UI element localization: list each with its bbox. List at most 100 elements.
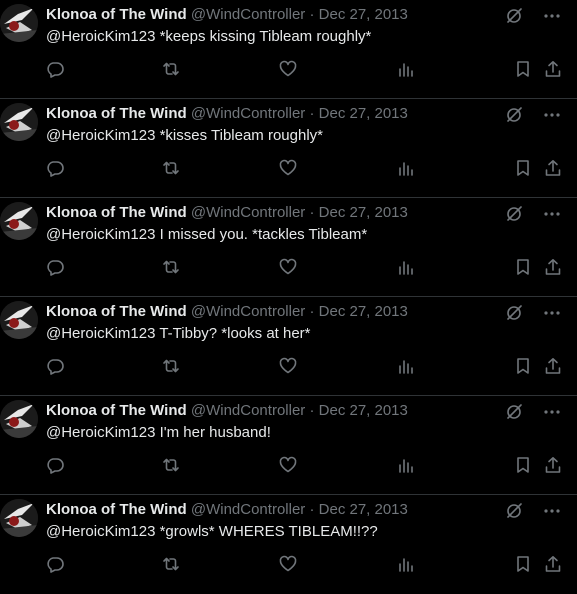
share-icon[interactable]: [544, 60, 562, 78]
tweet-text: @HeroicKim123 *keeps kissing Tibleam rou…: [46, 28, 372, 45]
views-icon[interactable]: [397, 258, 415, 276]
display-name[interactable]: Klonoa of The Wind: [46, 204, 187, 221]
tweet-header: Klonoa of The Wind @WindController · Dec…: [46, 105, 507, 123]
tweet-text: @HeroicKim123 T-Tibby? *looks at her*: [46, 325, 311, 342]
retweet-icon[interactable]: [162, 555, 180, 573]
avatar[interactable]: [0, 103, 38, 141]
tweet[interactable]: Klonoa of The Wind @WindController · Dec…: [0, 99, 577, 198]
user-handle[interactable]: @WindController: [191, 105, 305, 122]
reply-icon[interactable]: [46, 456, 64, 474]
reply-icon[interactable]: [46, 258, 64, 276]
share-icon[interactable]: [544, 258, 562, 276]
tweet-actions: [46, 555, 563, 575]
grok-icon[interactable]: [505, 7, 523, 25]
timestamp[interactable]: Dec 27, 2013: [319, 204, 408, 221]
tweet-text: @HeroicKim123 I'm her husband!: [46, 424, 271, 441]
tweet[interactable]: Klonoa of The Wind @WindController · Dec…: [0, 198, 577, 297]
bookmark-icon[interactable]: [514, 258, 532, 276]
grok-icon[interactable]: [505, 205, 523, 223]
avatar[interactable]: [0, 301, 38, 339]
timestamp[interactable]: Dec 27, 2013: [319, 402, 408, 419]
retweet-icon[interactable]: [162, 456, 180, 474]
more-icon[interactable]: [543, 403, 561, 421]
grok-icon[interactable]: [505, 502, 523, 520]
tweet-actions: [46, 258, 563, 278]
bookmark-icon[interactable]: [514, 555, 532, 573]
avatar[interactable]: [0, 4, 38, 42]
avatar[interactable]: [0, 202, 38, 240]
tweet-actions: [46, 159, 563, 179]
user-handle[interactable]: @WindController: [191, 501, 305, 518]
grok-icon[interactable]: [505, 106, 523, 124]
more-icon[interactable]: [543, 7, 561, 25]
more-icon[interactable]: [543, 205, 561, 223]
user-handle[interactable]: @WindController: [191, 303, 305, 320]
display-name[interactable]: Klonoa of The Wind: [46, 105, 187, 122]
tweet-header: Klonoa of The Wind @WindController · Dec…: [46, 6, 507, 24]
retweet-icon[interactable]: [162, 258, 180, 276]
views-icon[interactable]: [397, 159, 415, 177]
display-name[interactable]: Klonoa of The Wind: [46, 402, 187, 419]
tweet-header: Klonoa of The Wind @WindController · Dec…: [46, 402, 507, 420]
tweet[interactable]: Klonoa of The Wind @WindController · Dec…: [0, 0, 577, 99]
reply-icon[interactable]: [46, 159, 64, 177]
timestamp[interactable]: Dec 27, 2013: [319, 105, 408, 122]
reply-icon[interactable]: [46, 357, 64, 375]
display-name[interactable]: Klonoa of The Wind: [46, 501, 187, 518]
like-icon[interactable]: [279, 357, 297, 375]
tweet-header: Klonoa of The Wind @WindController · Dec…: [46, 501, 507, 519]
retweet-icon[interactable]: [162, 357, 180, 375]
tweet-header: Klonoa of The Wind @WindController · Dec…: [46, 204, 507, 222]
display-name[interactable]: Klonoa of The Wind: [46, 303, 187, 320]
like-icon[interactable]: [279, 456, 297, 474]
views-icon[interactable]: [397, 357, 415, 375]
bookmark-icon[interactable]: [514, 456, 532, 474]
tweet[interactable]: Klonoa of The Wind @WindController · Dec…: [0, 297, 577, 396]
reply-icon[interactable]: [46, 60, 64, 78]
user-handle[interactable]: @WindController: [191, 6, 305, 23]
tweet-text: @HeroicKim123 *growls* WHERES TIBLEAM!!?…: [46, 523, 378, 540]
timestamp[interactable]: Dec 27, 2013: [319, 303, 408, 320]
retweet-icon[interactable]: [162, 159, 180, 177]
separator: ·: [309, 402, 315, 419]
tweet-header: Klonoa of The Wind @WindController · Dec…: [46, 303, 507, 321]
views-icon[interactable]: [397, 555, 415, 573]
separator: ·: [309, 501, 315, 518]
share-icon[interactable]: [544, 159, 562, 177]
tweet-text: @HeroicKim123 I missed you. *tackles Tib…: [46, 226, 368, 243]
avatar[interactable]: [0, 499, 38, 537]
bookmark-icon[interactable]: [514, 357, 532, 375]
share-icon[interactable]: [544, 555, 562, 573]
separator: ·: [309, 6, 315, 23]
grok-icon[interactable]: [505, 304, 523, 322]
like-icon[interactable]: [279, 60, 297, 78]
timestamp[interactable]: Dec 27, 2013: [319, 501, 408, 518]
tweet[interactable]: Klonoa of The Wind @WindController · Dec…: [0, 495, 577, 594]
separator: ·: [309, 303, 315, 320]
tweet[interactable]: Klonoa of The Wind @WindController · Dec…: [0, 396, 577, 495]
like-icon[interactable]: [279, 159, 297, 177]
tweet-actions: [46, 60, 563, 80]
share-icon[interactable]: [544, 456, 562, 474]
more-icon[interactable]: [543, 502, 561, 520]
separator: ·: [309, 204, 315, 221]
reply-icon[interactable]: [46, 555, 64, 573]
grok-icon[interactable]: [505, 403, 523, 421]
user-handle[interactable]: @WindController: [191, 204, 305, 221]
bookmark-icon[interactable]: [514, 159, 532, 177]
like-icon[interactable]: [279, 555, 297, 573]
views-icon[interactable]: [397, 60, 415, 78]
tweet-actions: [46, 456, 563, 476]
timestamp[interactable]: Dec 27, 2013: [319, 6, 408, 23]
more-icon[interactable]: [543, 106, 561, 124]
views-icon[interactable]: [397, 456, 415, 474]
share-icon[interactable]: [544, 357, 562, 375]
user-handle[interactable]: @WindController: [191, 402, 305, 419]
avatar[interactable]: [0, 400, 38, 438]
retweet-icon[interactable]: [162, 60, 180, 78]
bookmark-icon[interactable]: [514, 60, 532, 78]
like-icon[interactable]: [279, 258, 297, 276]
more-icon[interactable]: [543, 304, 561, 322]
display-name[interactable]: Klonoa of The Wind: [46, 6, 187, 23]
timeline: Klonoa of The Wind @WindController · Dec…: [0, 0, 577, 594]
